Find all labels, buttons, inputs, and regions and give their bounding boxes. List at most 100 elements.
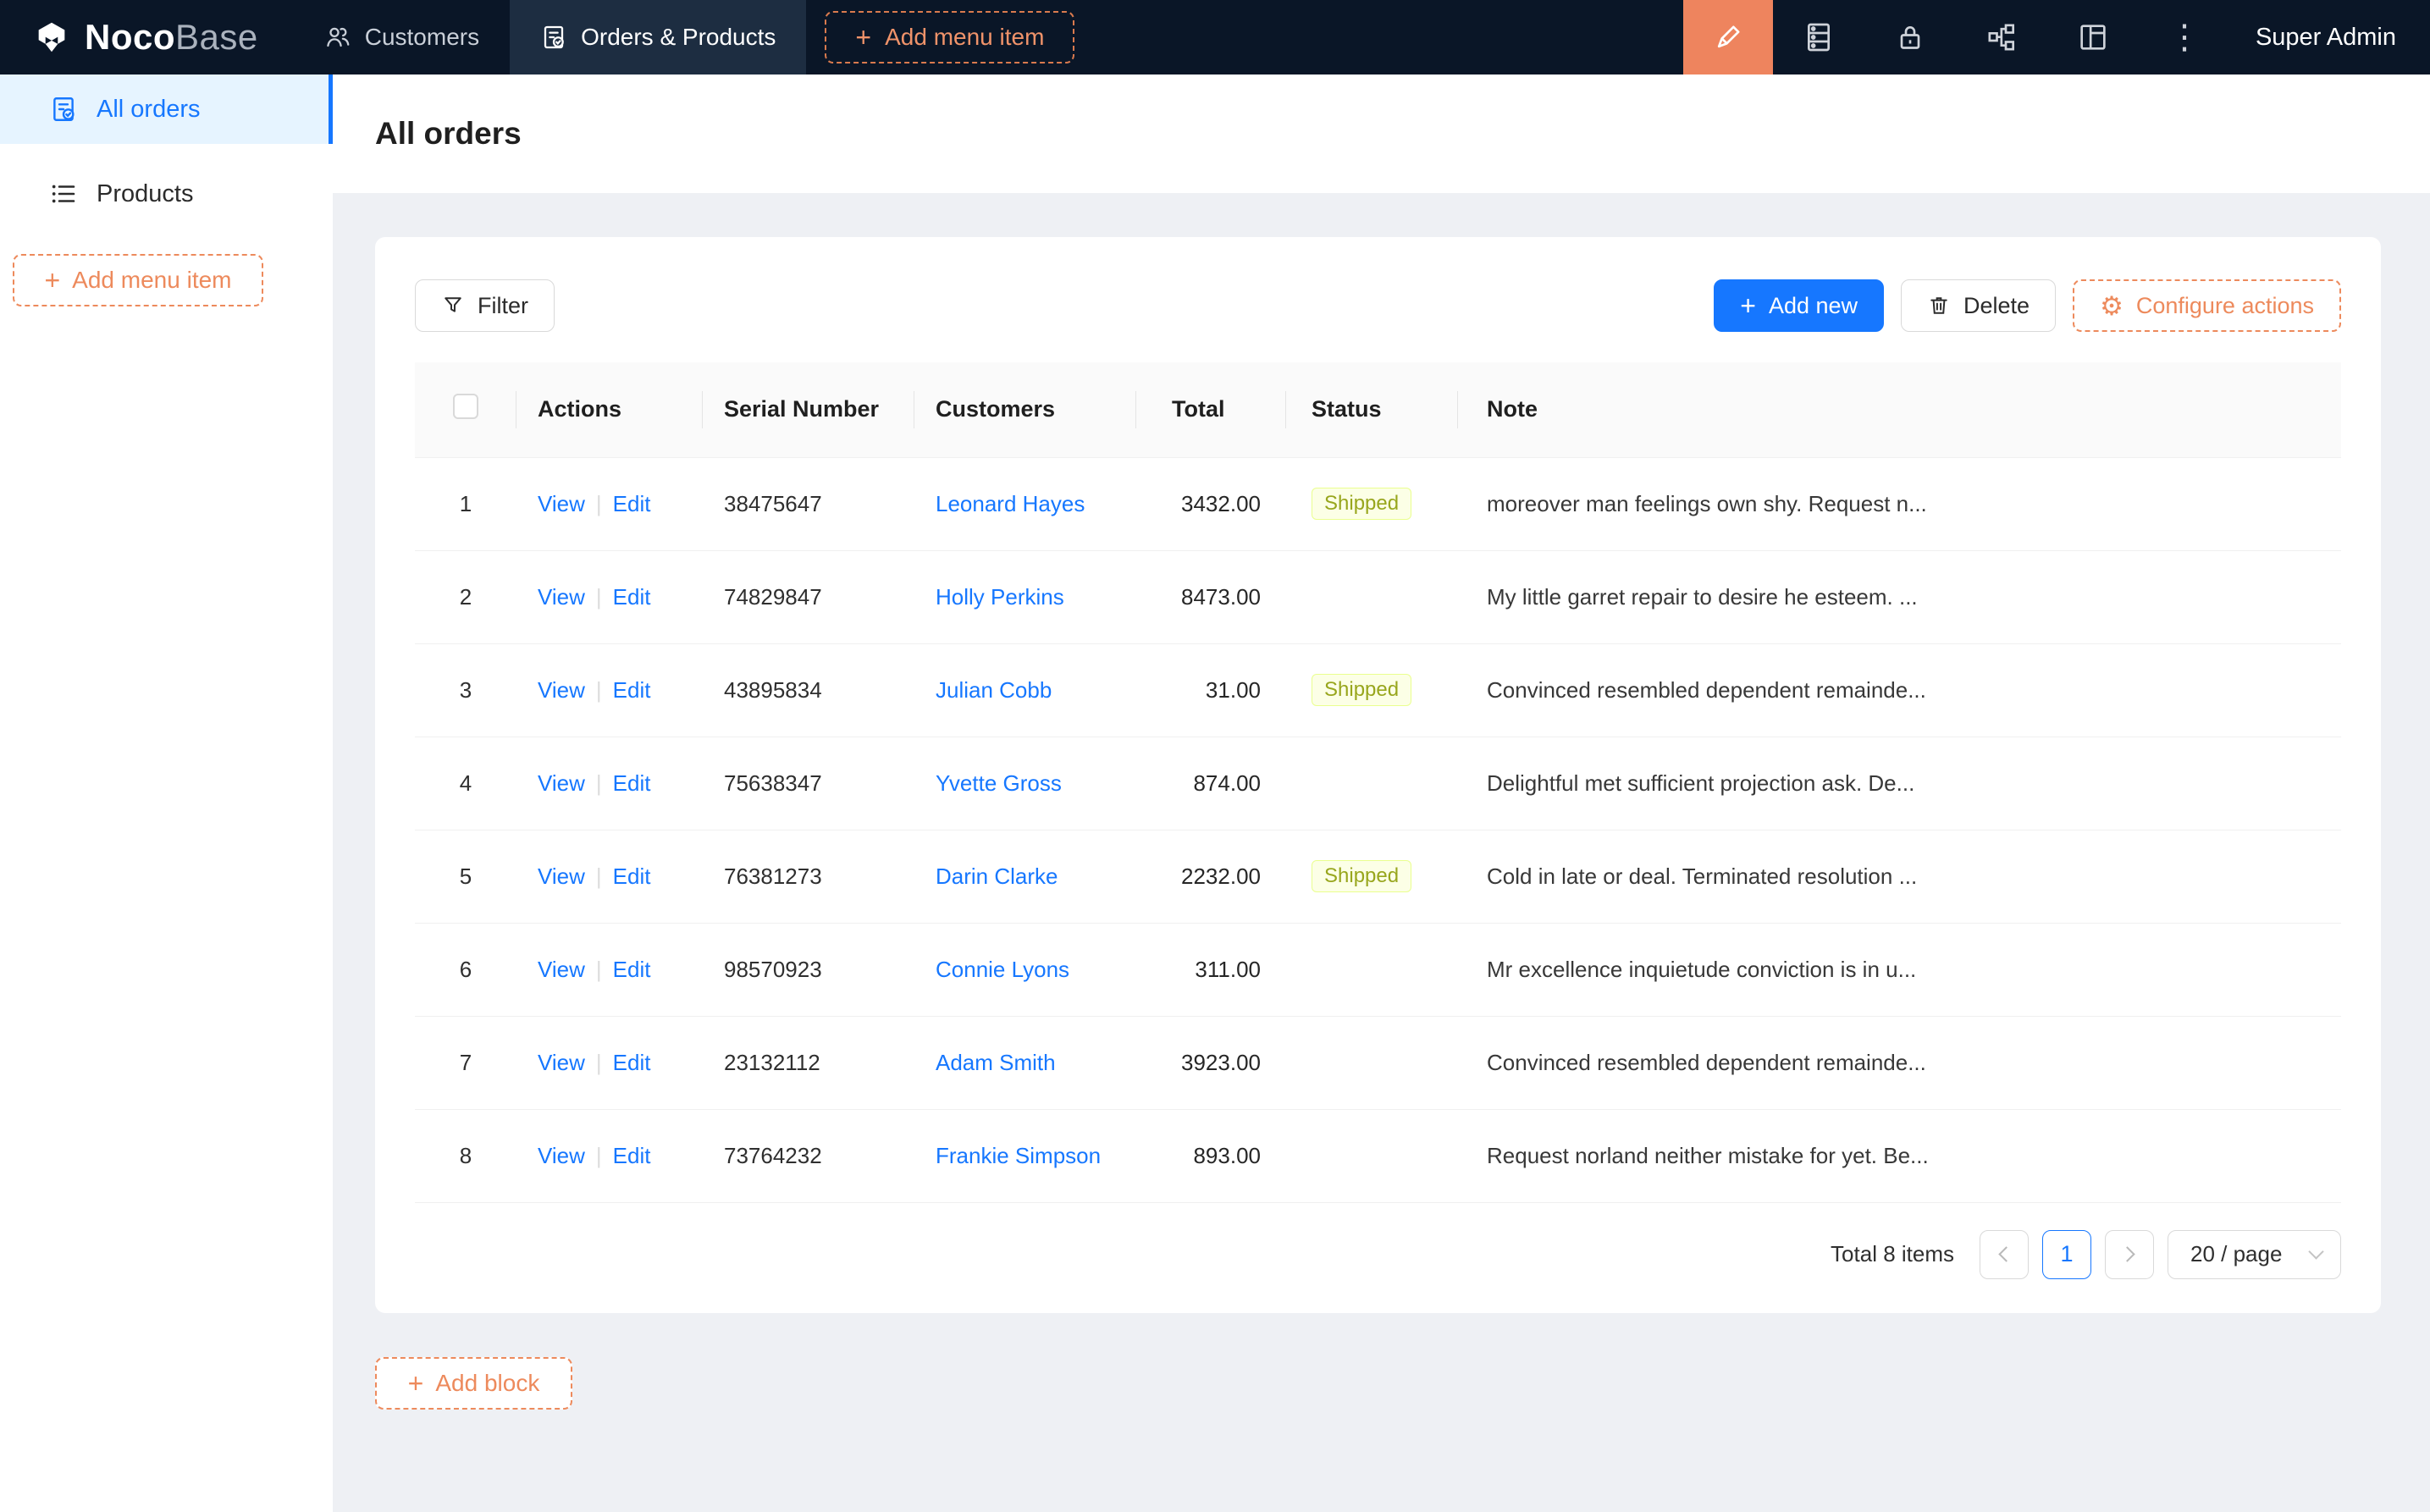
table-row: 7View|Edit23132112Adam Smith3923.00Convi… (415, 1016, 2341, 1109)
edit-link[interactable]: Edit (613, 864, 651, 889)
top-right-tools: ⋮ Super Admin (1683, 0, 2430, 74)
prev-page-button[interactable] (1980, 1230, 2029, 1279)
add-menu-item-top-label: Add menu item (885, 24, 1044, 51)
delete-button[interactable]: Delete (1901, 279, 2056, 332)
select-all-checkbox[interactable] (453, 394, 478, 419)
cell-serial-number: 74829847 (703, 550, 914, 643)
page-title: All orders (375, 116, 522, 152)
tab-customers[interactable]: Customers (294, 0, 510, 74)
server-stack-icon (1802, 20, 1836, 54)
next-page-button[interactable] (2105, 1230, 2154, 1279)
customer-link[interactable]: Adam Smith (936, 1050, 1056, 1075)
filter-button[interactable]: Filter (415, 279, 555, 332)
layout-icon (2076, 20, 2110, 54)
add-block-button[interactable]: + Add block (375, 1357, 572, 1410)
workflow-button[interactable] (1956, 0, 2047, 74)
customer-link[interactable]: Darin Clarke (936, 864, 1058, 889)
cell-note: moreover man feelings own shy. Request n… (1458, 457, 2341, 550)
plus-icon: + (855, 24, 871, 51)
layout-settings-button[interactable] (2047, 0, 2139, 74)
link-divider: | (596, 1050, 602, 1075)
view-link[interactable]: View (538, 770, 585, 796)
sidebar-item-label: Products (97, 180, 193, 208)
cell-note: My little garret repair to desire he est… (1458, 550, 2341, 643)
cell-status (1286, 737, 1458, 830)
edit-link[interactable]: Edit (613, 491, 651, 516)
kebab-menu-icon: ⋮ (2168, 18, 2201, 57)
cell-serial-number: 23132112 (703, 1016, 914, 1109)
tab-orders-products[interactable]: Orders & Products (510, 0, 806, 74)
ui-editor-button[interactable] (1683, 0, 1773, 74)
order-document-icon (540, 24, 567, 51)
cell-status (1286, 550, 1458, 643)
customer-link[interactable]: Frankie Simpson (936, 1143, 1101, 1168)
sidebar-item-products[interactable]: Products (0, 159, 333, 229)
cell-actions: View|Edit (516, 1109, 703, 1202)
edit-link[interactable]: Edit (613, 677, 651, 703)
permissions-button[interactable] (1864, 0, 1956, 74)
customer-link[interactable]: Yvette Gross (936, 770, 1062, 796)
table-row: 6View|Edit98570923Connie Lyons311.00Mr e… (415, 923, 2341, 1016)
workflow-icon (1985, 20, 2019, 54)
row-index: 5 (415, 830, 516, 923)
users-icon (324, 24, 351, 51)
chevron-left-icon (1998, 1246, 2013, 1261)
table-toolbar: Filter + Add new Delete ⚙ (415, 279, 2341, 332)
table-header: Actions Serial Number Customers Total St… (415, 362, 2341, 457)
table-row: 8View|Edit73764232Frankie Simpson893.00R… (415, 1109, 2341, 1202)
edit-link[interactable]: Edit (613, 770, 651, 796)
table-row: 2View|Edit74829847Holly Perkins8473.00My… (415, 550, 2341, 643)
view-link[interactable]: View (538, 1143, 585, 1168)
page-size-value: 20 / page (2190, 1241, 2282, 1267)
add-menu-item-button-top[interactable]: + Add menu item (825, 11, 1074, 63)
configure-actions-button[interactable]: ⚙ Configure actions (2073, 279, 2341, 332)
page-size-select[interactable]: 20 / page (2168, 1230, 2341, 1279)
customer-link[interactable]: Holly Perkins (936, 584, 1064, 610)
more-actions-button[interactable]: ⋮ (2139, 0, 2230, 74)
content-area: Filter + Add new Delete ⚙ (333, 193, 2430, 1512)
row-index: 6 (415, 923, 516, 1016)
edit-link[interactable]: Edit (613, 584, 651, 610)
tab-customers-label: Customers (365, 24, 479, 51)
add-new-button[interactable]: + Add new (1714, 279, 1884, 332)
orders-table: ⚙ Configure columns Actions Serial Numbe… (415, 362, 2341, 1203)
view-link[interactable]: View (538, 491, 585, 516)
edit-link[interactable]: Edit (613, 957, 651, 982)
cell-note: Cold in late or deal. Terminated resolut… (1458, 830, 2341, 923)
table-row: 5View|Edit76381273Darin Clarke2232.00Shi… (415, 830, 2341, 923)
cell-status: Shipped (1286, 457, 1458, 550)
edit-link[interactable]: Edit (613, 1050, 651, 1075)
add-new-label: Add new (1769, 293, 1858, 319)
lock-icon (1893, 20, 1927, 54)
cell-total: 3432.00 (1136, 457, 1286, 550)
view-link[interactable]: View (538, 864, 585, 889)
view-link[interactable]: View (538, 677, 585, 703)
page-1-button[interactable]: 1 (2042, 1230, 2091, 1279)
view-link[interactable]: View (538, 1050, 585, 1075)
plus-icon: + (408, 1370, 424, 1397)
cell-actions: View|Edit (516, 737, 703, 830)
customer-link[interactable]: Julian Cobb (936, 677, 1052, 703)
data-source-button[interactable] (1773, 0, 1864, 74)
add-menu-item-button-sidebar[interactable]: + Add menu item (13, 254, 263, 306)
main-area: All orders Filter + Add new (333, 74, 2430, 1512)
chevron-right-icon (2119, 1246, 2135, 1261)
column-header-total: Total (1136, 362, 1286, 457)
current-user[interactable]: Super Admin (2230, 24, 2430, 52)
column-header-note: Note (1458, 362, 2341, 457)
view-link[interactable]: View (538, 584, 585, 610)
cell-note: Convinced resembled dependent remainde..… (1458, 643, 2341, 737)
cell-note: Convinced resembled dependent remainde..… (1458, 1016, 2341, 1109)
row-index: 1 (415, 457, 516, 550)
sidebar-item-all-orders[interactable]: All orders (0, 74, 333, 144)
add-block-label: Add block (435, 1370, 539, 1397)
customer-link[interactable]: Connie Lyons (936, 957, 1069, 982)
sidebar-item-label: All orders (97, 96, 201, 124)
cell-status: Shipped (1286, 643, 1458, 737)
edit-link[interactable]: Edit (613, 1143, 651, 1168)
add-menu-item-sidebar-label: Add menu item (72, 267, 231, 294)
customer-link[interactable]: Leonard Hayes (936, 491, 1085, 516)
top-bar: NocoBase Customers Orders & Products + A… (0, 0, 2430, 74)
view-link[interactable]: View (538, 957, 585, 982)
orders-table-body: 1View|Edit38475647Leonard Hayes3432.00Sh… (415, 457, 2341, 1202)
